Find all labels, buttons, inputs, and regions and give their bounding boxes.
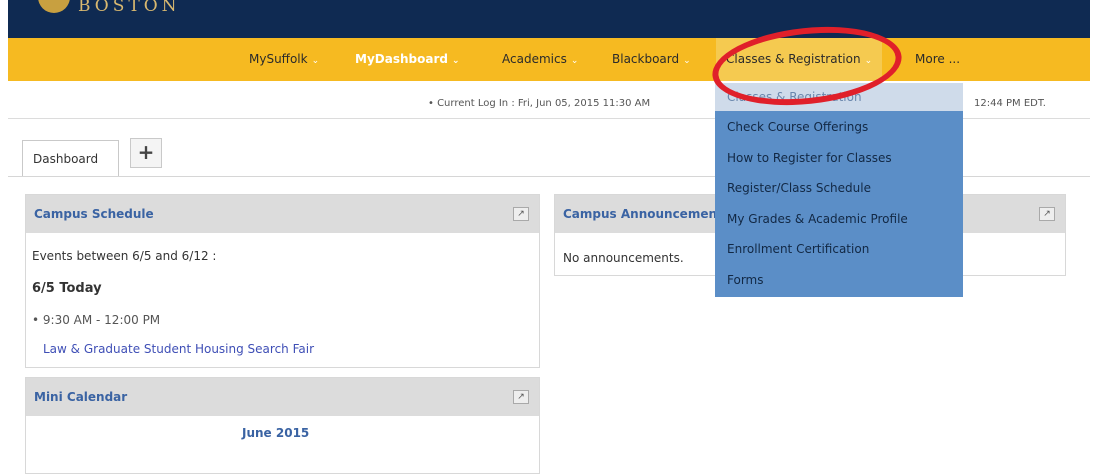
panel-header: Campus Schedule ↗ <box>26 195 539 233</box>
panel-header: Mini Calendar ↗ <box>26 378 539 416</box>
chevron-down-icon: ⌄ <box>570 56 579 66</box>
last-login-text: 12:44 PM EDT. <box>974 98 1046 109</box>
campus-schedule-panel: Campus Schedule ↗ Events between 6/5 and… <box>25 194 540 368</box>
classes-registration-dropdown: Classes & Registration Check Course Offe… <box>715 83 963 297</box>
menu-item-forms[interactable]: Forms <box>727 273 763 287</box>
menu-item-register-class-schedule[interactable]: Register/Class Schedule <box>727 181 871 195</box>
nav-label: MyDashboard <box>355 52 448 66</box>
event-link[interactable]: Law & Graduate Student Housing Search Fa… <box>43 342 314 356</box>
logo-text: BOSTON <box>78 0 181 16</box>
nav-mydashboard[interactable]: MyDashboard ⌄ <box>355 38 460 81</box>
nav-mysuffolk[interactable]: MySuffolk ⌄ <box>249 38 319 81</box>
tab-dashboard[interactable]: Dashboard <box>22 140 119 177</box>
nav-more[interactable]: More ... <box>915 38 960 81</box>
mini-calendar-panel: Mini Calendar ↗ June 2015 <box>25 377 540 474</box>
add-tab-button[interactable]: + <box>130 138 162 168</box>
event-time: • 9:30 AM - 12:00 PM <box>32 313 161 327</box>
chevron-down-icon: ⌄ <box>311 56 320 66</box>
panel-title[interactable]: Campus Schedule <box>34 195 154 233</box>
announcements-empty-text: No announcements. <box>563 251 684 265</box>
expand-icon[interactable]: ↗ <box>513 390 529 404</box>
panel-title[interactable]: Campus Announcements <box>563 195 730 233</box>
nav-academics[interactable]: Academics ⌄ <box>502 38 578 81</box>
chevron-down-icon: ⌄ <box>683 56 691 66</box>
nav-label: MySuffolk <box>249 52 308 66</box>
seal-icon <box>38 0 70 13</box>
expand-icon[interactable]: ↗ <box>513 207 529 221</box>
nav-blackboard[interactable]: Blackboard ⌄ <box>612 38 691 81</box>
events-range-text: Events between 6/5 and 6/12 : <box>32 249 217 263</box>
calendar-month: June 2015 <box>242 426 310 440</box>
current-login-text: • Current Log In : Fri, Jun 05, 2015 11:… <box>428 98 651 109</box>
chevron-down-icon: ⌄ <box>451 56 460 66</box>
menu-item-how-to-register[interactable]: How to Register for Classes <box>727 151 892 165</box>
top-banner: BOSTON <box>8 0 1090 38</box>
nav-label: Academics <box>502 52 567 66</box>
menu-item-enrollment-certification[interactable]: Enrollment Certification <box>727 242 869 256</box>
menu-item-check-course-offerings[interactable]: Check Course Offerings <box>727 120 868 134</box>
day-heading: 6/5 Today <box>32 281 102 296</box>
panel-title[interactable]: Mini Calendar <box>34 378 127 416</box>
main-nav: MySuffolk ⌄ MyDashboard ⌄ Academics ⌄ Black… <box>8 38 1090 81</box>
page: BOSTON MySuffolk ⌄ MyDashboard ⌄ Academics… <box>8 0 1090 474</box>
menu-item-my-grades[interactable]: My Grades & Academic Profile <box>727 212 908 226</box>
university-logo[interactable]: BOSTON <box>38 0 181 16</box>
nav-label: Blackboard <box>612 52 680 66</box>
nav-label: More ... <box>915 52 961 66</box>
expand-icon[interactable]: ↗ <box>1039 207 1055 221</box>
